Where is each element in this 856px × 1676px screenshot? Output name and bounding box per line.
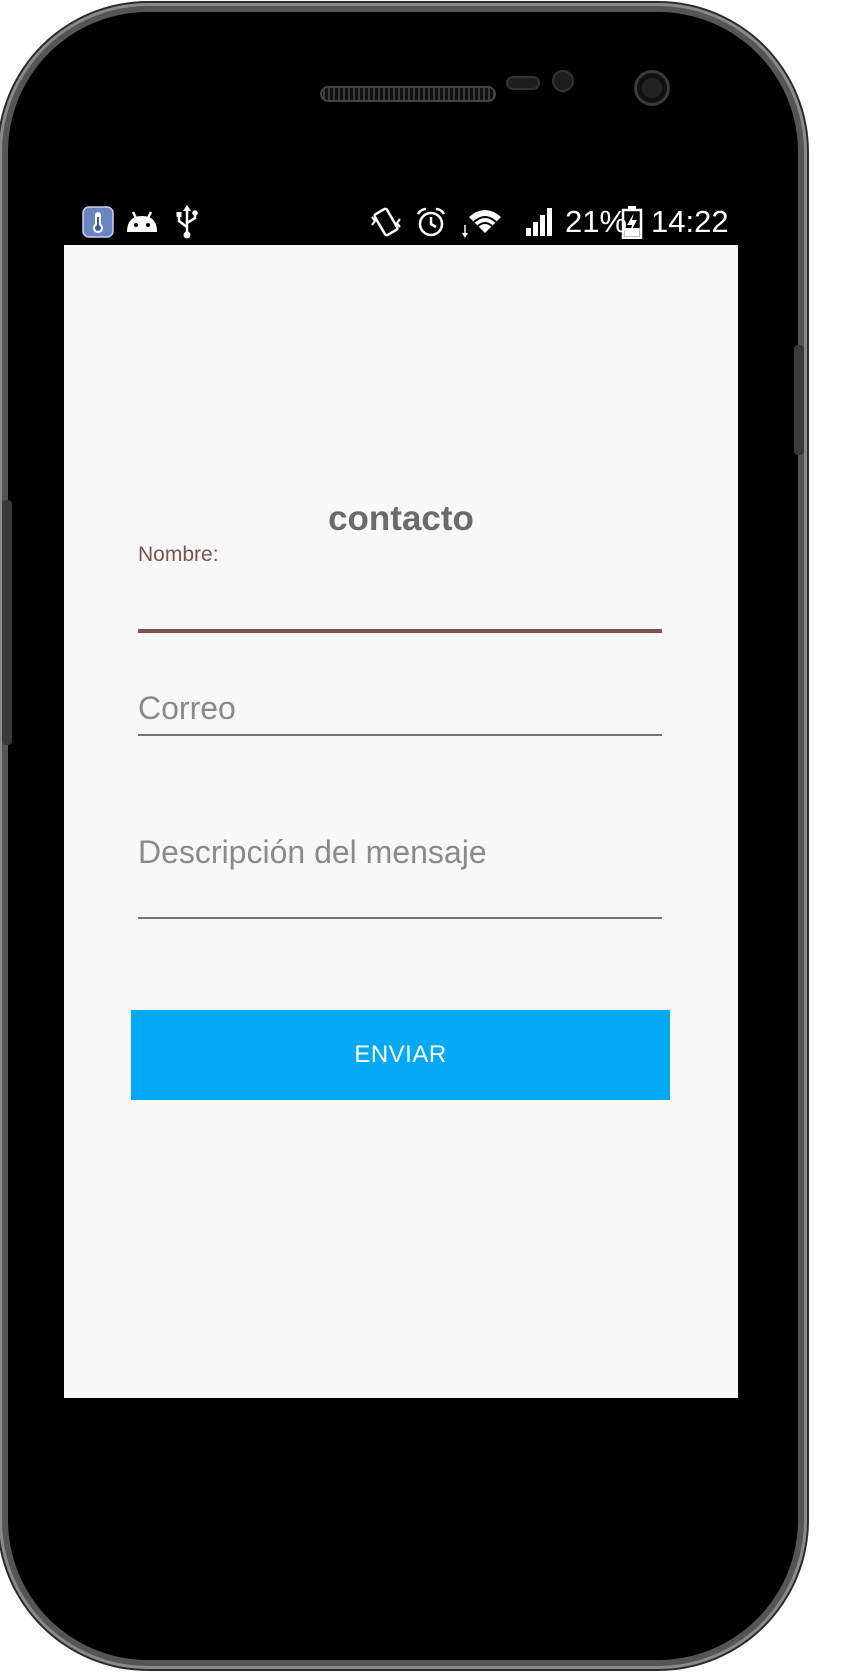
battery-charging-icon [620, 205, 644, 239]
email-input[interactable] [138, 685, 662, 731]
app-screen: 21% 14:22 contacto Nombre: ENVIAR [64, 199, 738, 1398]
volume-button [2, 500, 12, 745]
message-input[interactable] [138, 829, 662, 875]
name-input[interactable] [138, 575, 662, 625]
status-bar: 21% 14:22 [64, 199, 738, 245]
alarm-icon [414, 205, 448, 239]
status-clock: 14:22 [651, 204, 729, 239]
thermometer-app-icon [82, 205, 114, 239]
vibrate-icon [368, 205, 404, 239]
front-camera [634, 70, 670, 106]
android-icon [124, 205, 160, 239]
send-button[interactable]: ENVIAR [131, 1010, 670, 1100]
signal-icon [522, 205, 556, 239]
wifi-icon [460, 205, 506, 239]
page-title: contacto [328, 499, 474, 538]
email-input-underline [138, 734, 662, 736]
name-input-underline [138, 629, 662, 633]
light-sensor [552, 70, 574, 92]
power-button [794, 345, 804, 455]
message-input-underline [138, 917, 662, 919]
earpiece-speaker [320, 86, 496, 102]
usb-icon [172, 205, 202, 239]
name-field-label: Nombre: [138, 543, 219, 566]
proximity-sensor [506, 76, 540, 90]
battery-percent: 21% [565, 204, 628, 239]
